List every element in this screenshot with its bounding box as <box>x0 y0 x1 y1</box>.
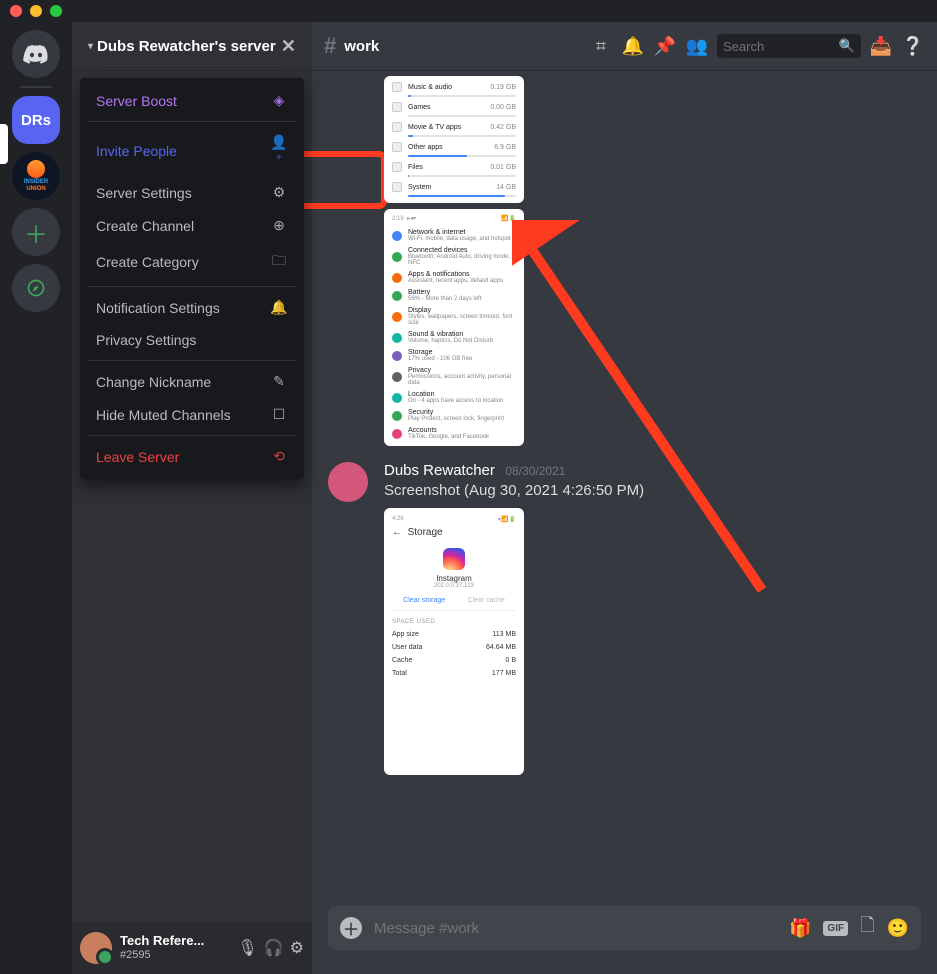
menu-server-boost[interactable]: Server Boost◈ <box>88 84 296 117</box>
guild-sidebar: DRs INSIDERUNION ＋ <box>0 22 72 974</box>
message-input-bar: ＋ 🎁 GIF 🗋 🙂 <box>328 906 921 950</box>
chat-header: # work ⌗ 🔔 📌 👥 🔍 📥 ❔ <box>312 22 937 70</box>
author-avatar[interactable] <box>328 462 368 502</box>
guild-active[interactable]: DRs <box>12 96 60 144</box>
chat-area: # work ⌗ 🔔 📌 👥 🔍 📥 ❔ Music & audio0.19 G… <box>312 22 937 974</box>
server-dropdown: Server Boost◈ Invite People👤⁺ Server Set… <box>80 78 304 479</box>
mute-mic-icon[interactable]: 🎙 <box>237 938 257 958</box>
checkbox-icon: ☐ <box>270 406 288 423</box>
sticker-icon[interactable]: 🗋 <box>860 913 874 943</box>
minimize-window-dot[interactable] <box>30 5 42 17</box>
clear-cache-tab: Clear cache <box>467 597 504 604</box>
user-settings-icon[interactable]: ⚙ <box>290 938 304 958</box>
menu-change-nickname[interactable]: Change Nickname✎ <box>88 365 296 398</box>
self-avatar[interactable] <box>80 932 112 964</box>
menu-privacy-settings[interactable]: Privacy Settings <box>88 324 296 356</box>
gif-button[interactable]: GIF <box>823 921 848 936</box>
server-header[interactable]: ▾Dubs Rewatcher's server ✕ <box>72 22 312 70</box>
clear-storage-tab: Clear storage <box>403 597 445 604</box>
author-name[interactable]: Dubs Rewatcher <box>384 462 495 479</box>
invite-icon: 👤⁺ <box>270 134 288 168</box>
channel-sidebar: ▾Dubs Rewatcher's server ✕ Server Boost◈… <box>72 22 312 974</box>
gift-icon[interactable]: 🎁 <box>789 918 811 939</box>
inbox-icon[interactable]: 📥 <box>869 36 893 57</box>
guild-insider[interactable]: INSIDERUNION <box>12 152 60 200</box>
window-titlebar <box>0 0 937 22</box>
back-label: ← Storage <box>392 527 516 538</box>
menu-leave-server[interactable]: Leave Server⟲ <box>88 440 296 473</box>
explore-servers-button[interactable] <box>12 264 60 312</box>
attachment-android-settings[interactable]: 2:19 ▸◂▾📶🔋Network & internetWi-Fi, mobil… <box>384 209 524 446</box>
gear-icon: ⚙ <box>270 184 288 201</box>
menu-hide-muted[interactable]: Hide Muted Channels☐ <box>88 398 296 431</box>
leave-icon: ⟲ <box>270 448 288 465</box>
help-icon[interactable]: ❔ <box>901 36 925 57</box>
notifications-icon[interactable]: 🔔 <box>621 36 645 57</box>
pencil-icon: ✎ <box>270 373 288 390</box>
deafen-icon[interactable]: 🎧 <box>264 938 284 958</box>
menu-create-category[interactable]: Create Category🗀 <box>88 242 296 282</box>
menu-invite-people[interactable]: Invite People👤⁺ <box>88 126 296 176</box>
home-button[interactable] <box>12 30 60 78</box>
threads-icon[interactable]: ⌗ <box>589 36 613 57</box>
message-text: Screenshot (Aug 30, 2021 4:26:50 PM) <box>384 482 921 499</box>
search-box[interactable]: 🔍 <box>717 34 861 58</box>
bell-icon: 🔔 <box>270 299 288 316</box>
members-icon[interactable]: 👥 <box>685 36 709 57</box>
search-input[interactable] <box>723 39 839 54</box>
attachment-storage-categories[interactable]: Music & audio0.19 GBGames0.00 GBMovie & … <box>384 76 524 203</box>
hash-icon: # <box>324 33 336 59</box>
plus-circle-icon: ⊕ <box>270 217 288 234</box>
pinned-icon[interactable]: 📌 <box>653 36 677 57</box>
emoji-icon[interactable]: 🙂 <box>887 918 909 939</box>
message: Dubs Rewatcher 08/30/2021 Screenshot (Au… <box>328 462 921 502</box>
user-panel: Tech Refere... #2595 🎙 🎧 ⚙ <box>72 922 312 974</box>
annotation-arrow <box>512 220 772 600</box>
channel-name: work <box>344 38 379 55</box>
search-icon: 🔍 <box>839 38 855 54</box>
close-icon[interactable]: ✕ <box>281 36 296 57</box>
attach-button[interactable]: ＋ <box>340 917 362 939</box>
guild-separator <box>20 86 52 88</box>
self-username: Tech Refere... <box>120 934 229 948</box>
active-guild-pill <box>0 124 8 164</box>
menu-create-channel[interactable]: Create Channel⊕ <box>88 209 296 242</box>
attachment-instagram-storage[interactable]: 4:26▾📶🔋 ← Storage Instagram 202.0.0.37.1… <box>384 508 524 775</box>
message-list: Music & audio0.19 GBGames0.00 GBMovie & … <box>312 70 937 906</box>
add-server-button[interactable]: ＋ <box>12 208 60 256</box>
maximize-window-dot[interactable] <box>50 5 62 17</box>
folder-plus-icon: 🗀 <box>270 250 288 274</box>
close-window-dot[interactable] <box>10 5 22 17</box>
menu-server-settings[interactable]: Server Settings⚙ <box>88 176 296 209</box>
instagram-icon <box>443 548 465 570</box>
message-input[interactable] <box>374 920 777 937</box>
message-timestamp: 08/30/2021 <box>505 464 565 478</box>
menu-notification-settings[interactable]: Notification Settings🔔 <box>88 291 296 324</box>
server-name: Dubs Rewatcher's server <box>97 38 276 55</box>
boost-icon: ◈ <box>270 92 288 109</box>
self-tag: #2595 <box>120 948 229 962</box>
